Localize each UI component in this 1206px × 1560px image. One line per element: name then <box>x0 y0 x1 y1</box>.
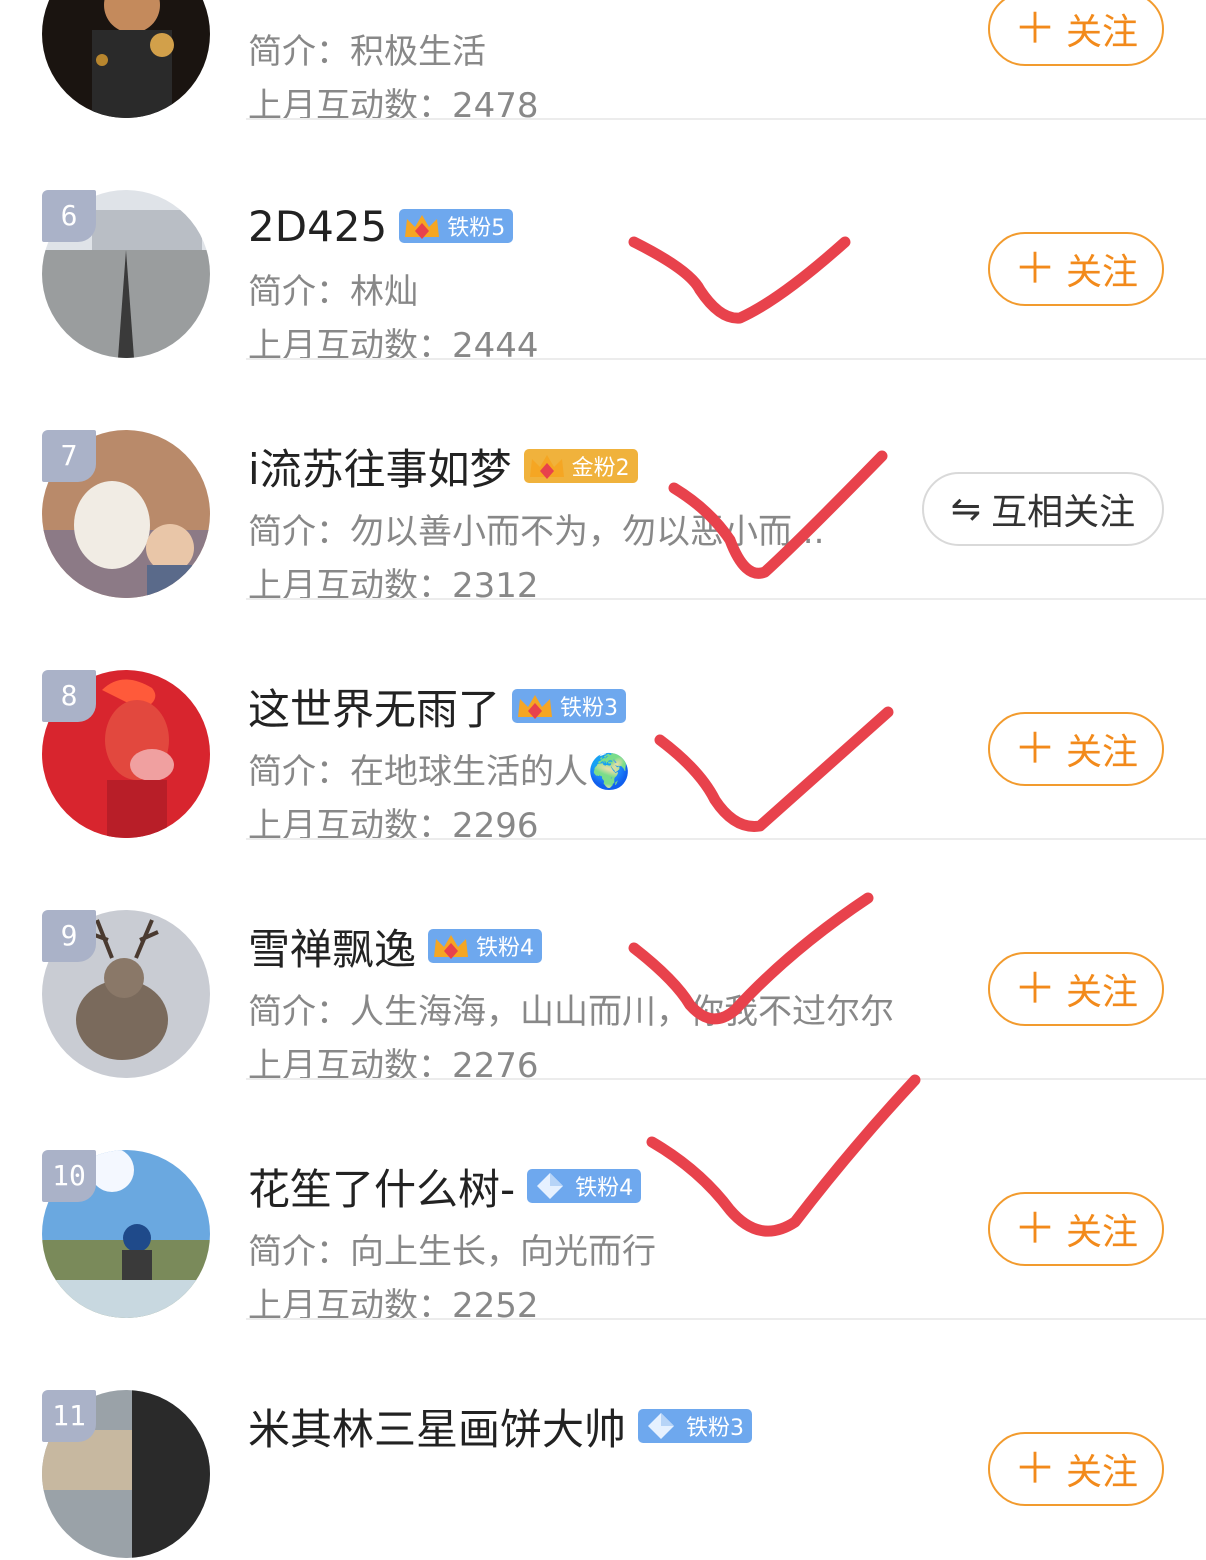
user-name[interactable]: 花笙了什么树- <box>248 1156 515 1217</box>
bio: 简介：勿以善小而不为，勿以恶小而... <box>248 512 825 552</box>
name-line: 这世界无雨了 铁粉3 <box>248 676 627 737</box>
fan-badge: 铁粉3 <box>638 1409 753 1443</box>
mutual-follow-button[interactable]: ⇋ 互相关注 <box>922 472 1164 546</box>
diamond-badge-icon <box>537 1173 564 1199</box>
follow-button[interactable]: ＋关注 <box>988 712 1164 786</box>
plus-icon: ＋ <box>1013 244 1056 293</box>
follow-button[interactable]: ＋关注 <box>988 952 1164 1026</box>
rank-badge: 8 <box>42 670 96 722</box>
bio: 简介：在地球生活的人🌍 <box>248 752 631 792</box>
diamond-badge-icon <box>648 1413 675 1439</box>
plus-icon: ＋ <box>1013 4 1056 53</box>
name-line: 2D425 铁粉5 <box>248 196 514 256</box>
list-item[interactable]: 简介：积极生活 上月互动数：2478 ＋关注 <box>0 0 1206 126</box>
swap-arrows-icon: ⇋ <box>950 488 982 530</box>
user-name[interactable]: 这世界无雨了 <box>248 676 500 737</box>
rank-badge: 9 <box>42 910 96 962</box>
user-name[interactable]: 2D425 <box>248 202 387 251</box>
follow-button[interactable]: ＋关注 <box>988 232 1164 306</box>
follow-button[interactable]: ＋关注 <box>988 1192 1164 1266</box>
rank-badge: 6 <box>42 190 96 242</box>
list-item[interactable]: 6 2D425 铁粉5 简介：林灿 上月互动数：2444 ＋关注 <box>0 120 1206 366</box>
user-name[interactable]: 雪禅飘逸 <box>248 916 416 977</box>
bio: 简介：向上生长，向光而行 <box>248 1232 656 1272</box>
follow-button[interactable]: ＋关注 <box>988 1432 1164 1506</box>
follow-button[interactable]: ＋关注 <box>988 0 1164 66</box>
bio: 简介：林灿 <box>248 272 418 312</box>
fan-badge: 铁粉4 <box>428 929 543 963</box>
rank-badge: 10 <box>42 1150 96 1202</box>
fan-badge: 铁粉5 <box>399 209 514 243</box>
list-item[interactable]: 8 这世界无雨了 铁粉3 简介：在地球生活的人🌍 上月互动数：2296 ＋关注 <box>0 600 1206 846</box>
plus-icon: ＋ <box>1013 964 1056 1013</box>
rank-badge: 11 <box>42 1390 96 1442</box>
plus-icon: ＋ <box>1013 1204 1056 1253</box>
crown-badge-icon <box>518 695 553 719</box>
name-line: 花笙了什么树- 铁粉4 <box>248 1156 642 1217</box>
list-item[interactable]: 9 雪禅飘逸 铁粉4 简介：人生海海，山山而川，你我不过尔尔 上月互动数：227… <box>0 840 1206 1086</box>
list-item[interactable]: 10 花笙了什么树- 铁粉4 简介：向上生长，向光而行 上月互动数：2252 ＋… <box>0 1080 1206 1326</box>
plus-icon: ＋ <box>1013 724 1056 773</box>
name-line: 米其林三星画饼大帅 铁粉3 <box>248 1396 753 1457</box>
fan-badge: 金粉2 <box>523 449 638 483</box>
name-line: i流苏往事如梦 金粉2 <box>248 436 638 496</box>
name-line: 雪禅飘逸 铁粉4 <box>248 916 543 977</box>
bio: 简介：人生海海，山山而川，你我不过尔尔 <box>248 992 894 1032</box>
avatar[interactable] <box>42 0 210 118</box>
crown-badge-icon <box>405 215 440 239</box>
fan-badge: 铁粉4 <box>527 1169 642 1203</box>
crown-badge-icon <box>434 935 469 959</box>
user-name[interactable]: 米其林三星画饼大帅 <box>248 1396 626 1457</box>
plus-icon: ＋ <box>1013 1444 1056 1493</box>
crown-badge-icon <box>529 455 564 479</box>
fan-badge: 铁粉3 <box>512 689 627 723</box>
fan-ranking-list: 简介：积极生活 上月互动数：2478 ＋关注 6 2D425 铁粉5 简介：林灿… <box>0 0 1206 1560</box>
rank-badge: 7 <box>42 430 96 482</box>
bio: 简介：积极生活 <box>248 32 486 72</box>
list-item[interactable]: 11 米其林三星画饼大帅 铁粉3 ＋关注 <box>0 1320 1206 1560</box>
user-name[interactable]: i流苏往事如梦 <box>248 436 512 497</box>
list-item[interactable]: 7 i流苏往事如梦 金粉2 简介：勿以善小而不为，勿以恶小而... 上月互动数：… <box>0 360 1206 606</box>
